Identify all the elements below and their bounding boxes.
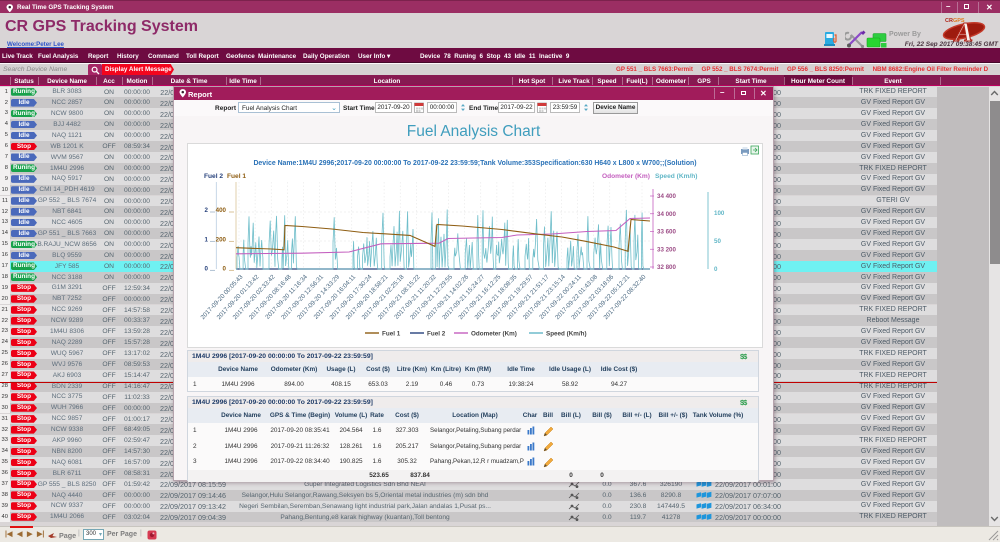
svg-text:400: 400	[216, 207, 227, 214]
svg-text:34 000: 34 000	[657, 211, 676, 218]
svg-text:0: 0	[223, 265, 227, 272]
svg-text:Odometer (Km): Odometer (Km)	[471, 331, 517, 338]
svg-text:0: 0	[714, 266, 718, 273]
svg-text:1: 1	[205, 236, 209, 243]
svg-text:33 600: 33 600	[657, 229, 676, 236]
svg-text:100: 100	[714, 210, 725, 217]
svg-text:50: 50	[714, 238, 721, 245]
svg-text:Fuel 2: Fuel 2	[204, 173, 223, 180]
svg-text:Fuel 2: Fuel 2	[427, 331, 446, 338]
svg-text:0: 0	[205, 265, 209, 272]
svg-text:Speed (Km/h): Speed (Km/h)	[546, 331, 587, 338]
svg-text:Device Name:1M4U 2996;2017-09-: Device Name:1M4U 2996;2017-09-20 00:00:0…	[253, 160, 696, 167]
svg-text:Fuel 1: Fuel 1	[382, 331, 401, 338]
svg-text:Odometer (Km): Odometer (Km)	[602, 173, 650, 180]
svg-text:Fuel 1: Fuel 1	[227, 173, 246, 180]
svg-text:32 800: 32 800	[657, 264, 676, 271]
svg-text:33 200: 33 200	[657, 246, 676, 253]
svg-text:CRGPS: CRGPS	[945, 18, 965, 24]
svg-text:34 400: 34 400	[657, 193, 676, 200]
svg-text:Speed (Km/h): Speed (Km/h)	[655, 173, 698, 180]
svg-text:2: 2	[205, 207, 209, 214]
svg-text:200: 200	[216, 236, 227, 243]
